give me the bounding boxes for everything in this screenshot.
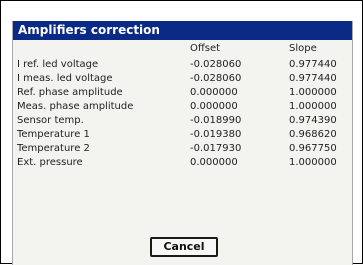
correction-row: Temperature 1 -0.019380 0.968620 [13, 129, 352, 142]
row-label: I ref. led voltage [17, 59, 99, 70]
column-header-offset: Offset [190, 43, 221, 54]
slope-value: 1.000000 [289, 101, 337, 112]
row-label: I meas. led voltage [17, 73, 113, 84]
slope-value: 0.974390 [289, 115, 337, 126]
slope-value: 1.000000 [289, 87, 337, 98]
correction-row: Ref. phase amplitude 0.000000 1.000000 [13, 87, 352, 100]
correction-row: I ref. led voltage -0.028060 0.977440 [13, 59, 352, 72]
offset-value: 0.000000 [190, 101, 238, 112]
column-header-slope: Slope [289, 43, 317, 54]
row-label: Temperature 2 [17, 143, 90, 154]
correction-row: I meas. led voltage -0.028060 0.977440 [13, 73, 352, 86]
correction-row: Meas. phase amplitude 0.000000 1.000000 [13, 101, 352, 114]
row-label: Sensor temp. [17, 115, 84, 126]
offset-value: 0.000000 [190, 87, 238, 98]
amplifiers-correction-dialog: Amplifiers correction Offset Slope I ref… [12, 21, 353, 265]
slope-value: 0.977440 [289, 73, 337, 84]
correction-row: Sensor temp. -0.018990 0.974390 [13, 115, 352, 128]
correction-row: Temperature 2 -0.017930 0.967750 [13, 143, 352, 156]
slope-value: 0.968620 [289, 129, 337, 140]
row-label: Ref. phase amplitude [17, 87, 123, 98]
offset-value: -0.028060 [190, 59, 242, 70]
slope-value: 1.000000 [289, 157, 337, 168]
correction-row: Ext. pressure 0.000000 1.000000 [13, 157, 352, 170]
cancel-button[interactable]: Cancel [150, 237, 218, 257]
dialog-title: Amplifiers correction [18, 23, 160, 37]
title-bar: Amplifiers correction [13, 21, 352, 40]
offset-value: -0.017930 [190, 143, 242, 154]
offset-value: -0.018990 [190, 115, 242, 126]
offset-value: -0.019380 [190, 129, 242, 140]
row-label: Ext. pressure [17, 157, 83, 168]
slope-value: 0.967750 [289, 143, 337, 154]
slope-value: 0.977440 [289, 59, 337, 70]
window-frame: Amplifiers correction Offset Slope I ref… [0, 0, 363, 265]
offset-value: 0.000000 [190, 157, 238, 168]
offset-value: -0.028060 [190, 73, 242, 84]
row-label: Meas. phase amplitude [17, 101, 134, 112]
row-label: Temperature 1 [17, 129, 90, 140]
